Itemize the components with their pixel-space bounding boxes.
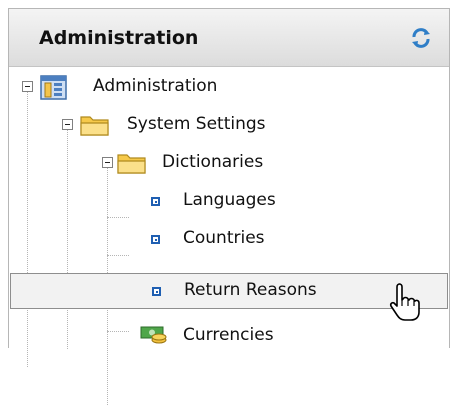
hand-cursor-icon [388, 281, 422, 325]
tree-node-return-reasons[interactable]: Return Reasons [10, 273, 448, 309]
leaf-node-icon [151, 235, 160, 244]
admin-icon [40, 73, 68, 105]
tree-node-currencies[interactable]: Currencies [9, 317, 449, 355]
tree-node-label: Dictionaries [162, 152, 264, 172]
refresh-icon[interactable] [409, 26, 433, 50]
collapse-toggle[interactable] [102, 157, 113, 168]
folder-open-icon [117, 152, 147, 178]
tree-node-system-settings[interactable]: System Settings [9, 106, 449, 144]
tree-node-administration[interactable]: Administration [9, 68, 449, 106]
panel-header: Administration [9, 9, 449, 67]
tree-node-label: Administration [93, 76, 218, 96]
collapse-toggle[interactable] [22, 81, 33, 92]
folder-open-icon [80, 114, 110, 140]
currency-icon [139, 321, 169, 351]
tree-node-languages[interactable]: Languages [9, 182, 449, 220]
tree-node-dictionaries[interactable]: Dictionaries [9, 144, 449, 182]
tree-node-label: System Settings [127, 114, 266, 134]
collapse-toggle[interactable] [62, 119, 73, 130]
tree-node-label: Countries [183, 228, 265, 248]
leaf-node-icon [152, 287, 161, 296]
admin-tree: Administration System Settings Dictionar… [9, 67, 449, 405]
tree-node-label: Return Reasons [184, 280, 317, 300]
tree-node-label: Languages [183, 190, 276, 210]
tree-node-label: Currencies [183, 325, 274, 345]
panel-title: Administration [39, 27, 199, 49]
administration-panel: Administration Administration System Set… [8, 8, 450, 405]
leaf-node-icon [151, 197, 160, 206]
tree-node-countries[interactable]: Countries [9, 220, 449, 258]
